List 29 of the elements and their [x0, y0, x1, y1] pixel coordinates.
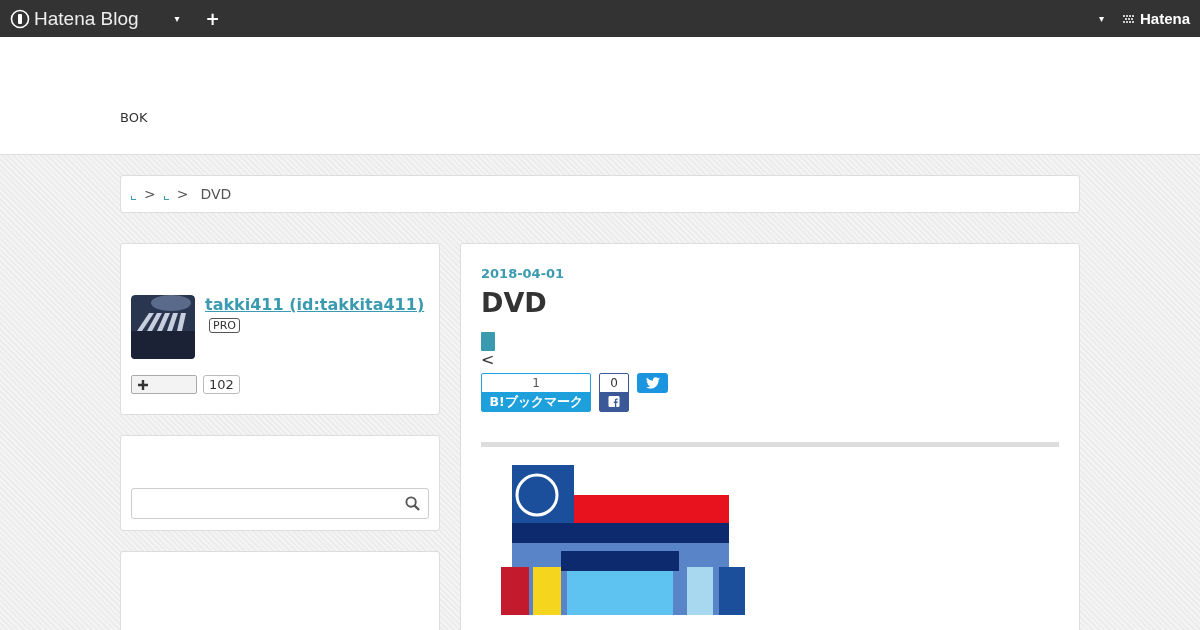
- facebook-icon: [600, 392, 628, 411]
- bookmark-count: 1: [531, 375, 541, 392]
- search-field[interactable]: [131, 488, 429, 519]
- breadcrumb-link[interactable]: [163, 196, 169, 200]
- brand-icon: [1121, 13, 1136, 24]
- bookmark-label: B!ブックマーク: [482, 392, 590, 411]
- brand-text[interactable]: Hatena: [1139, 10, 1190, 27]
- subscriber-count: 102: [203, 375, 240, 394]
- facebook-count: 0: [610, 375, 618, 392]
- back-link[interactable]: <: [481, 351, 495, 369]
- breadcrumb-link[interactable]: [131, 196, 136, 200]
- menu-caret[interactable]: ▾: [174, 13, 180, 24]
- facebook-button[interactable]: 0: [599, 373, 629, 412]
- search-icon: [405, 496, 420, 511]
- pro-badge: PRO: [209, 318, 240, 333]
- logo-icon[interactable]: [10, 8, 30, 29]
- article-title: DVD: [481, 287, 547, 318]
- breadcrumb-separator: >: [144, 186, 156, 202]
- tweet-button[interactable]: [637, 373, 668, 393]
- bird-icon: [645, 377, 660, 389]
- bookmark-button[interactable]: 1 B!ブックマーク: [481, 373, 591, 412]
- add-button[interactable]: +: [205, 8, 220, 29]
- account-caret[interactable]: ▾: [1098, 13, 1104, 24]
- subscribe-button[interactable]: [131, 375, 197, 394]
- blog-title[interactable]: BOK: [120, 110, 148, 125]
- breadcrumb-separator: >: [176, 186, 189, 202]
- logo-text[interactable]: Hatena Blog: [34, 7, 139, 30]
- breadcrumb-current: DVD: [200, 186, 232, 202]
- plus-icon: [138, 379, 148, 390]
